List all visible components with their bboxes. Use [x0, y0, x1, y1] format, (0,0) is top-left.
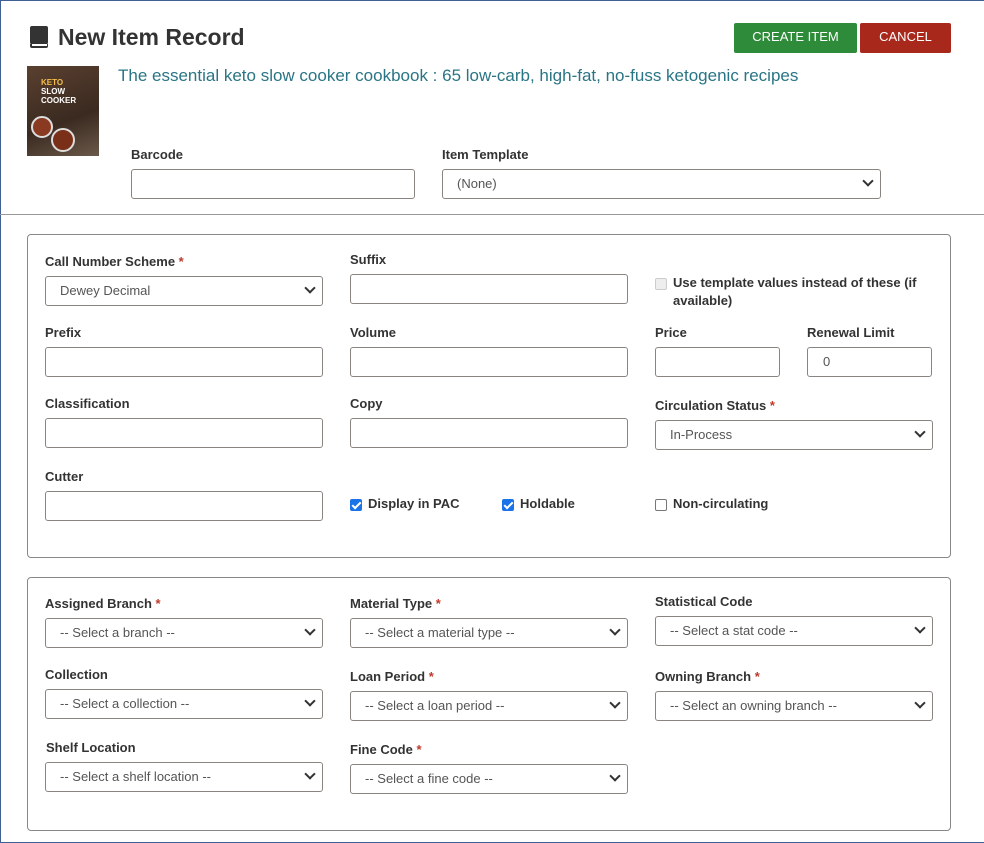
chevron-down-icon: [609, 697, 621, 709]
volume-label: Volume: [350, 325, 396, 340]
owning-branch-label: Owning Branch *: [655, 669, 760, 684]
collection-label: Collection: [45, 667, 108, 682]
item-template-value: (None): [457, 176, 497, 191]
cutter-label: Cutter: [45, 469, 84, 484]
call-scheme-label: Call Number Scheme *: [45, 254, 184, 269]
book-cover-image: KETO SLOW COOKER: [27, 66, 99, 156]
holdable-checkbox[interactable]: [502, 499, 514, 511]
fine-code-select[interactable]: -- Select a fine code --: [350, 764, 628, 794]
non-circulating-label: Non-circulating: [673, 496, 769, 511]
barcode-input[interactable]: [131, 169, 415, 199]
prefix-label: Prefix: [45, 325, 82, 340]
chevron-down-icon: [304, 624, 316, 636]
renewal-limit-label: Renewal Limit: [807, 325, 895, 340]
display-in-pac-checkbox[interactable]: [350, 499, 362, 511]
material-type-label: Material Type *: [350, 596, 441, 611]
cutter-input[interactable]: [45, 491, 323, 521]
prefix-input[interactable]: [45, 347, 323, 377]
shelf-location-label: Shelf Location: [46, 740, 136, 755]
circulation-status-select[interactable]: In-Process: [655, 420, 933, 450]
suffix-label: Suffix: [350, 252, 387, 267]
circulation-status-label: Circulation Status *: [655, 398, 775, 413]
chevron-down-icon: [304, 282, 316, 294]
copy-input[interactable]: [350, 418, 628, 448]
chevron-down-icon: [609, 770, 621, 782]
renewal-limit-input[interactable]: 0: [807, 347, 932, 377]
assigned-branch-select[interactable]: -- Select a branch --: [45, 618, 323, 648]
book-icon: [30, 26, 48, 48]
material-type-select[interactable]: -- Select a material type --: [350, 618, 628, 648]
chevron-down-icon: [914, 426, 926, 438]
create-item-button[interactable]: CREATE ITEM: [734, 23, 857, 53]
divider: [0, 214, 984, 215]
volume-input[interactable]: [350, 347, 628, 377]
loan-period-label: Loan Period *: [350, 669, 434, 684]
chevron-down-icon: [304, 695, 316, 707]
chevron-down-icon: [914, 622, 926, 634]
classification-input[interactable]: [45, 418, 323, 448]
non-circulating-checkbox[interactable]: [655, 499, 667, 511]
fine-code-label: Fine Code *: [350, 742, 422, 757]
cancel-button[interactable]: CANCEL: [860, 23, 951, 53]
statistical-code-select[interactable]: -- Select a stat code --: [655, 616, 933, 646]
statistical-code-label: Statistical Code: [655, 594, 753, 609]
classification-label: Classification: [45, 396, 130, 411]
chevron-down-icon: [609, 624, 621, 636]
collection-select[interactable]: -- Select a collection --: [45, 689, 323, 719]
suffix-input[interactable]: [350, 274, 628, 304]
barcode-label: Barcode: [131, 147, 184, 162]
use-template-label: Use template values instead of these (if…: [673, 275, 917, 308]
item-template-select[interactable]: (None): [442, 169, 881, 199]
chevron-down-icon: [914, 697, 926, 709]
shelf-location-select[interactable]: -- Select a shelf location --: [45, 762, 323, 792]
assigned-branch-label: Assigned Branch *: [45, 596, 161, 611]
chevron-down-icon: [862, 175, 874, 187]
chevron-down-icon: [304, 768, 316, 780]
holdable-label: Holdable: [520, 496, 575, 511]
loan-period-select[interactable]: -- Select a loan period --: [350, 691, 628, 721]
item-template-label: Item Template: [442, 147, 529, 162]
page-title: New Item Record: [58, 24, 245, 50]
display-in-pac-label: Display in PAC: [368, 496, 460, 511]
copy-label: Copy: [350, 396, 383, 411]
owning-branch-select[interactable]: -- Select an owning branch --: [655, 691, 933, 721]
record-title: The essential keto slow cooker cookbook …: [118, 66, 799, 85]
price-label: Price: [655, 325, 687, 340]
call-scheme-select[interactable]: Dewey Decimal: [45, 276, 323, 306]
use-template-checkbox[interactable]: [655, 278, 667, 290]
price-input[interactable]: [655, 347, 780, 377]
